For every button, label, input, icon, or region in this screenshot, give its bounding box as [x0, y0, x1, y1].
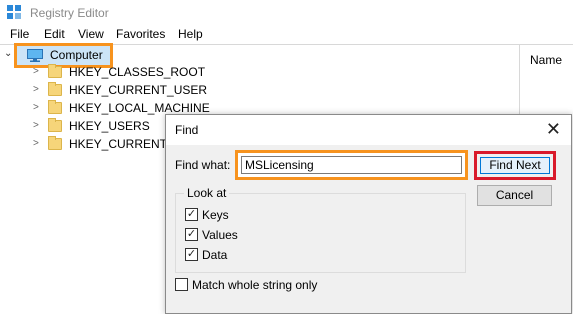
menu-bar: File Edit View Favorites Help	[0, 26, 573, 44]
find-dialog-title: Find	[175, 123, 199, 137]
look-at-group: Look at ✓ Keys ✓ Values ✓ Data	[175, 186, 466, 273]
chevron-right-icon[interactable]: >	[33, 138, 39, 149]
tree-item-label: HKEY_CLASSES_ROOT	[69, 65, 206, 79]
registry-editor-icon	[7, 5, 21, 19]
folder-icon	[48, 100, 62, 114]
window-title: Registry Editor	[30, 6, 109, 20]
menu-view[interactable]: View	[78, 27, 104, 41]
chevron-right-icon[interactable]: >	[33, 102, 39, 113]
find-next-highlight: Find Next	[474, 151, 556, 180]
find-what-highlight	[235, 150, 468, 180]
find-what-input[interactable]	[241, 156, 462, 174]
cancel-button[interactable]: Cancel	[477, 185, 552, 206]
find-dialog-title-bar[interactable]: Find ✕	[166, 115, 571, 145]
close-icon[interactable]: ✕	[546, 119, 561, 139]
tree-item-hkey-classes-root[interactable]: > HKEY_CLASSES_ROOT	[0, 64, 300, 82]
data-label: Data	[202, 248, 228, 262]
tree-item-hkey-current-user[interactable]: > HKEY_CURRENT_USER	[0, 82, 300, 100]
menu-file[interactable]: File	[10, 27, 29, 41]
folder-icon	[48, 136, 62, 150]
menu-favorites[interactable]: Favorites	[116, 27, 165, 41]
tree-item-label: HKEY_LOCAL_MACHINE	[69, 101, 210, 115]
tree-item-hkey-current-config[interactable]: > HKEY_CURRENT_C	[0, 136, 165, 154]
folder-icon	[48, 82, 62, 96]
chevron-right-icon[interactable]: >	[33, 66, 39, 77]
title-bar: Registry Editor	[0, 0, 573, 26]
keys-checkbox[interactable]: ✓	[185, 208, 198, 221]
values-checkbox[interactable]: ✓	[185, 228, 198, 241]
find-what-label: Find what:	[175, 158, 231, 172]
find-dialog: Find ✕ Find what: Find Next Cancel Look …	[165, 114, 572, 314]
values-label: Values	[202, 228, 238, 242]
column-header-name[interactable]: Name	[530, 53, 562, 67]
chevron-right-icon[interactable]: >	[33, 120, 39, 131]
tree-item-hkey-users[interactable]: > HKEY_USERS	[0, 118, 160, 136]
menu-edit[interactable]: Edit	[44, 27, 65, 41]
chevron-right-icon[interactable]: >	[33, 84, 39, 95]
match-whole-string-label: Match whole string only	[192, 278, 318, 292]
tree-item-label: HKEY_CURRENT_C	[69, 137, 165, 151]
keys-label: Keys	[202, 208, 229, 222]
tree-item-label: Computer	[50, 48, 103, 62]
data-checkbox[interactable]: ✓	[185, 248, 198, 261]
match-whole-string-checkbox[interactable]	[175, 278, 188, 291]
menu-help[interactable]: Help	[178, 27, 203, 41]
tree-item-label: HKEY_USERS	[69, 119, 150, 133]
find-next-button[interactable]: Find Next	[480, 157, 550, 174]
folder-icon	[48, 118, 62, 132]
tree-item-label: HKEY_CURRENT_USER	[69, 83, 208, 97]
folder-icon	[48, 64, 62, 78]
look-at-label: Look at	[184, 186, 230, 200]
computer-icon	[27, 49, 43, 62]
chevron-down-icon[interactable]: ⌄	[4, 48, 12, 59]
